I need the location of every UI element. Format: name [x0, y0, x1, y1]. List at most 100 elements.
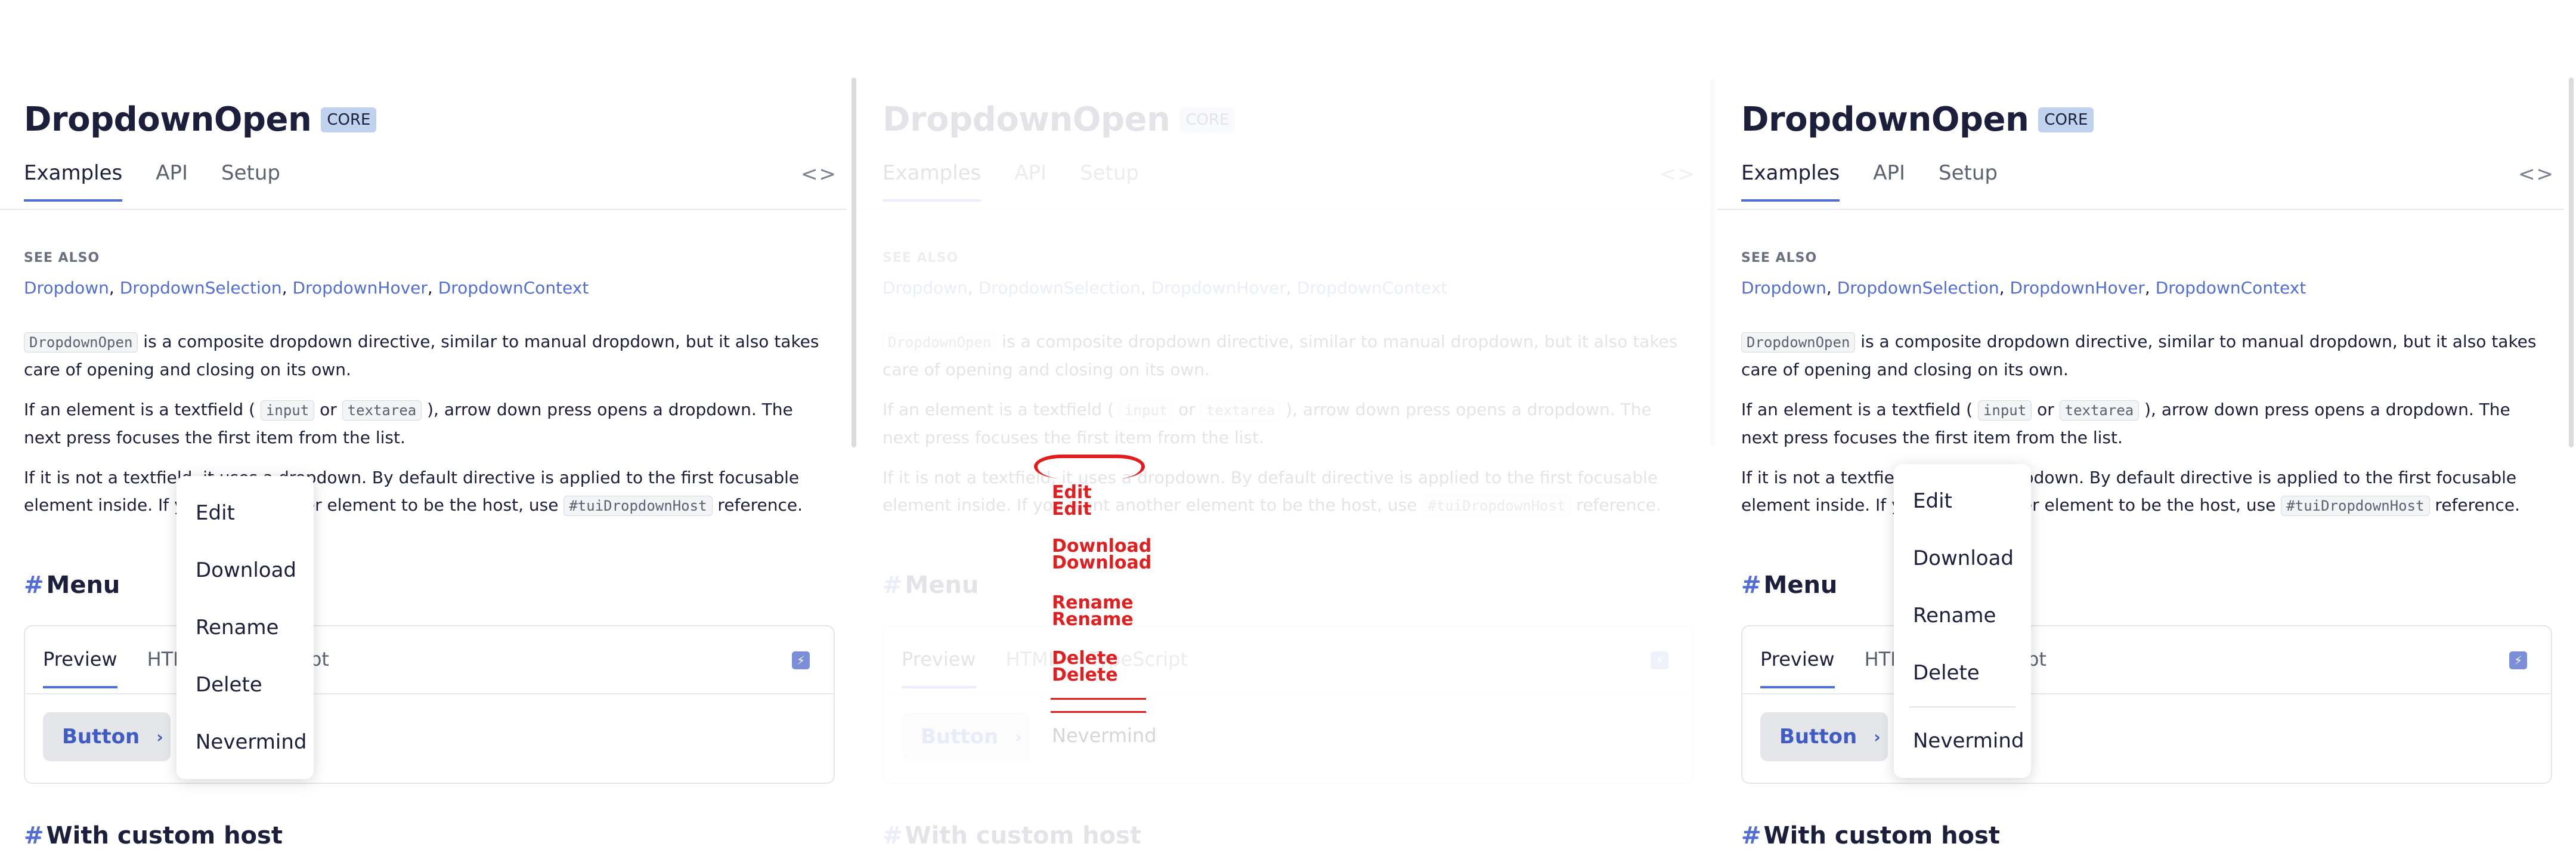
- description-paragraph-1: DropdownOpen is a composite dropdown dir…: [1741, 332, 2537, 379]
- page-title: DropdownOpen: [24, 100, 312, 139]
- description-paragraph-2: If an element is a textfield ( input or …: [24, 400, 793, 447]
- menu-item-download[interactable]: Download Download: [1052, 537, 1151, 572]
- demo-button[interactable]: Button ›: [902, 712, 1029, 761]
- inline-code: input: [1977, 400, 2032, 421]
- core-badge: CORE: [321, 107, 377, 132]
- link-dropdown-hover[interactable]: DropdownHover: [1151, 278, 1286, 298]
- link-dropdown-context[interactable]: DropdownContext: [2156, 278, 2306, 298]
- link-dropdown[interactable]: Dropdown: [1741, 278, 1826, 298]
- tab-api[interactable]: API: [1014, 161, 1046, 202]
- demo-button[interactable]: Button ›: [1760, 712, 1888, 761]
- panel-left: DropdownOpen CORE Examples API Setup <> …: [0, 0, 859, 859]
- menu-item-rename[interactable]: Rename: [177, 599, 314, 656]
- scrollbar[interactable]: [1710, 78, 1715, 447]
- inline-code: DropdownOpen: [883, 332, 997, 353]
- tab-examples[interactable]: Examples: [1741, 161, 1840, 202]
- tab-examples[interactable]: Examples: [24, 161, 123, 202]
- description-paragraph-3: If it is not a textfield, it uses a drop…: [24, 468, 803, 516]
- page-title: DropdownOpen: [1741, 100, 2029, 139]
- menu-item-edit[interactable]: Edit: [177, 484, 314, 542]
- description-paragraph-3: If it is not a textfield, it uses a drop…: [1741, 468, 2521, 516]
- panel-middle: DropdownOpen CORE Examples API Setup <> …: [859, 0, 1717, 859]
- preview-divider: [884, 693, 1692, 694]
- anchor-hash[interactable]: #: [1741, 822, 1761, 849]
- panel-right: DropdownOpen CORE Examples API Setup <> …: [1717, 0, 2576, 859]
- tab-api[interactable]: API: [1873, 161, 1905, 202]
- description-paragraph-1: DropdownOpen is a composite dropdown dir…: [883, 332, 1678, 379]
- description-paragraph-1: DropdownOpen is a composite dropdown dir…: [24, 332, 819, 379]
- anchor-hash[interactable]: #: [24, 822, 44, 849]
- tab-setup[interactable]: Setup: [1080, 161, 1139, 202]
- tab-api[interactable]: API: [156, 161, 188, 202]
- tab-preview[interactable]: Preview: [43, 648, 117, 688]
- inline-code: #tuiDropdownHost: [1422, 496, 1571, 516]
- chevron-right-icon: ›: [156, 727, 163, 747]
- link-dropdown-selection[interactable]: DropdownSelection: [120, 278, 282, 298]
- menu-item-delete[interactable]: Delete: [177, 656, 314, 713]
- menu-item-nevermind[interactable]: Nevermind: [177, 713, 314, 771]
- tab-examples[interactable]: Examples: [883, 161, 982, 202]
- tabs-divider: [859, 209, 1705, 210]
- menu-item-edit[interactable]: Edit: [1894, 472, 2031, 530]
- see-also-links: Dropdown, DropdownSelection, DropdownHov…: [24, 278, 589, 298]
- scrollbar[interactable]: [852, 78, 856, 447]
- example-preview-box: Preview HTML TypeScript ⚡ Button›: [1741, 625, 2552, 784]
- preview-divider: [1742, 693, 2551, 694]
- section-heading-custom-host: # With custom host: [24, 822, 283, 849]
- inline-code: textarea: [1200, 400, 1281, 421]
- page-tabs: Examples API Setup: [883, 161, 1139, 202]
- link-dropdown-context[interactable]: DropdownContext: [1297, 278, 1448, 298]
- page-title: DropdownOpen: [883, 100, 1171, 139]
- tab-setup[interactable]: Setup: [221, 161, 280, 202]
- inline-code: DropdownOpen: [1741, 332, 1856, 353]
- core-badge: CORE: [2038, 107, 2094, 132]
- chevron-right-icon: ›: [1015, 727, 1022, 747]
- menu-separator: [1909, 706, 2015, 707]
- core-badge: CORE: [1179, 107, 1236, 132]
- tab-preview[interactable]: Preview: [1760, 648, 1835, 688]
- section-heading-menu: # Menu: [24, 571, 120, 599]
- description-paragraph-2: If an element is a textfield ( input or …: [883, 400, 1652, 447]
- inline-code: DropdownOpen: [24, 332, 138, 353]
- menu-item-nevermind[interactable]: Nevermind: [1052, 724, 1157, 747]
- code-toggle-icon[interactable]: <>: [1659, 162, 1696, 186]
- inline-code: textarea: [342, 400, 422, 421]
- link-dropdown-hover[interactable]: DropdownHover: [2010, 278, 2145, 298]
- menu-item-download[interactable]: Download: [1894, 530, 2031, 587]
- menu-item-delete[interactable]: Delete: [1894, 644, 2031, 702]
- inline-code: input: [1119, 400, 1174, 421]
- lightning-icon[interactable]: ⚡: [2509, 651, 2527, 669]
- link-dropdown-hover[interactable]: DropdownHover: [293, 278, 428, 298]
- anchor-hash[interactable]: #: [24, 571, 44, 599]
- link-dropdown[interactable]: Dropdown: [24, 278, 109, 298]
- menu-item-download[interactable]: Download: [177, 542, 314, 599]
- scrollbar[interactable]: [2569, 78, 2574, 447]
- see-also-label: SEE ALSO: [1741, 251, 1818, 265]
- description-paragraph-2: If an element is a textfield ( input or …: [1741, 400, 2510, 447]
- link-dropdown[interactable]: Dropdown: [883, 278, 968, 298]
- menu-item-rename[interactable]: Rename Rename: [1052, 594, 1134, 629]
- code-toggle-icon[interactable]: <>: [2518, 162, 2555, 186]
- preview-divider: [25, 693, 834, 694]
- tab-setup[interactable]: Setup: [1939, 161, 1998, 202]
- demo-button[interactable]: Button ›: [43, 712, 171, 761]
- link-dropdown-selection[interactable]: DropdownSelection: [979, 278, 1141, 298]
- glitch-line: [1051, 711, 1146, 713]
- section-heading-custom-host: # With custom host: [1741, 822, 2000, 849]
- anchor-hash[interactable]: #: [1741, 571, 1761, 599]
- link-dropdown-selection[interactable]: DropdownSelection: [1837, 278, 1999, 298]
- link-dropdown-context[interactable]: DropdownContext: [438, 278, 589, 298]
- menu-item-edit[interactable]: Edit Edit: [1052, 484, 1092, 518]
- lightning-icon[interactable]: ⚡: [792, 651, 810, 669]
- menu-item-nevermind[interactable]: Nevermind: [1894, 712, 2031, 770]
- inline-code: textarea: [2059, 400, 2140, 421]
- code-toggle-icon[interactable]: <>: [801, 162, 837, 186]
- lightning-icon[interactable]: ⚡: [1651, 651, 1668, 669]
- menu-item-rename[interactable]: Rename: [1894, 587, 2031, 644]
- page-header: DropdownOpen CORE: [883, 100, 1236, 139]
- inline-code: input: [260, 400, 315, 421]
- menu-item-delete[interactable]: Delete Delete: [1052, 650, 1118, 684]
- see-also-label: SEE ALSO: [24, 251, 100, 265]
- chevron-right-icon: ›: [1874, 727, 1881, 747]
- tab-preview[interactable]: Preview: [902, 648, 976, 688]
